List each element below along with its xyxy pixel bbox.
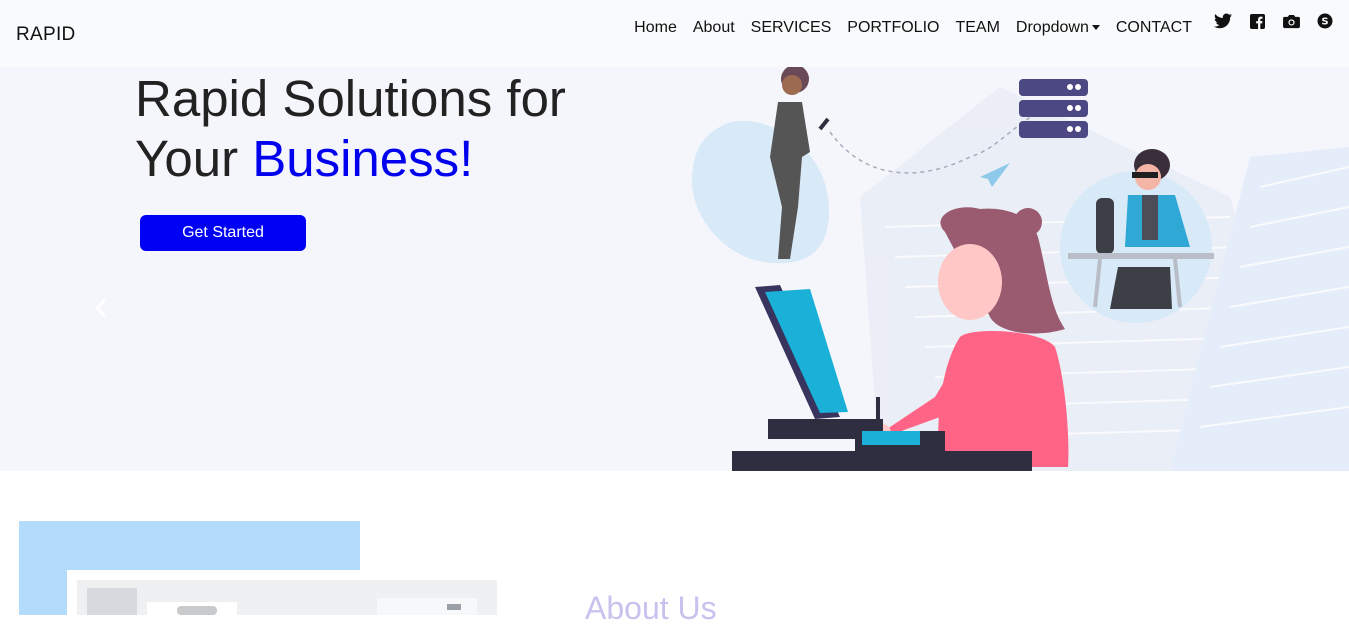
carousel-prev-icon[interactable] xyxy=(92,297,112,319)
nav-menu: Home About SERVICES PORTFOLIO TEAM Dropd… xyxy=(618,19,1192,37)
brand-logo[interactable]: RAPID xyxy=(16,24,76,46)
nav-link-contact[interactable]: CONTACT xyxy=(1116,19,1192,37)
nav-link-services[interactable]: SERVICES xyxy=(751,19,832,37)
get-started-button[interactable]: Get Started xyxy=(140,215,306,251)
hero-title-line1: Rapid Solutions for xyxy=(135,70,566,127)
nav-dropdown[interactable]: Dropdown xyxy=(1016,19,1100,37)
about-image xyxy=(77,580,497,615)
hero-carousel: Rapid Solutions for Your Business! Get S… xyxy=(0,67,1349,471)
nav-link-home[interactable]: Home xyxy=(634,19,677,37)
nav-dropdown-label: Dropdown xyxy=(1015,19,1089,36)
nav-link-about[interactable]: About xyxy=(693,19,735,37)
twitter-icon[interactable] xyxy=(1213,11,1233,31)
hero-title-accent: Business! xyxy=(252,130,474,187)
svg-text:S: S xyxy=(1321,17,1328,28)
about-heading: About Us xyxy=(585,590,717,626)
social-links: S xyxy=(1213,11,1335,31)
nav-link-portfolio[interactable]: PORTFOLIO xyxy=(847,19,939,37)
chevron-down-icon xyxy=(1091,25,1100,30)
nav-link-team[interactable]: TEAM xyxy=(955,19,999,37)
navbar: RAPID Home About SERVICES PORTFOLIO TEAM… xyxy=(0,0,1349,67)
facebook-icon[interactable] xyxy=(1247,11,1267,31)
skype-icon[interactable]: S xyxy=(1315,11,1335,31)
instagram-icon[interactable] xyxy=(1281,11,1301,31)
hero-title-line2-prefix: Your xyxy=(135,130,253,187)
hero-title: Rapid Solutions for Your Business! xyxy=(135,69,566,189)
hero-illustration xyxy=(691,67,1349,471)
